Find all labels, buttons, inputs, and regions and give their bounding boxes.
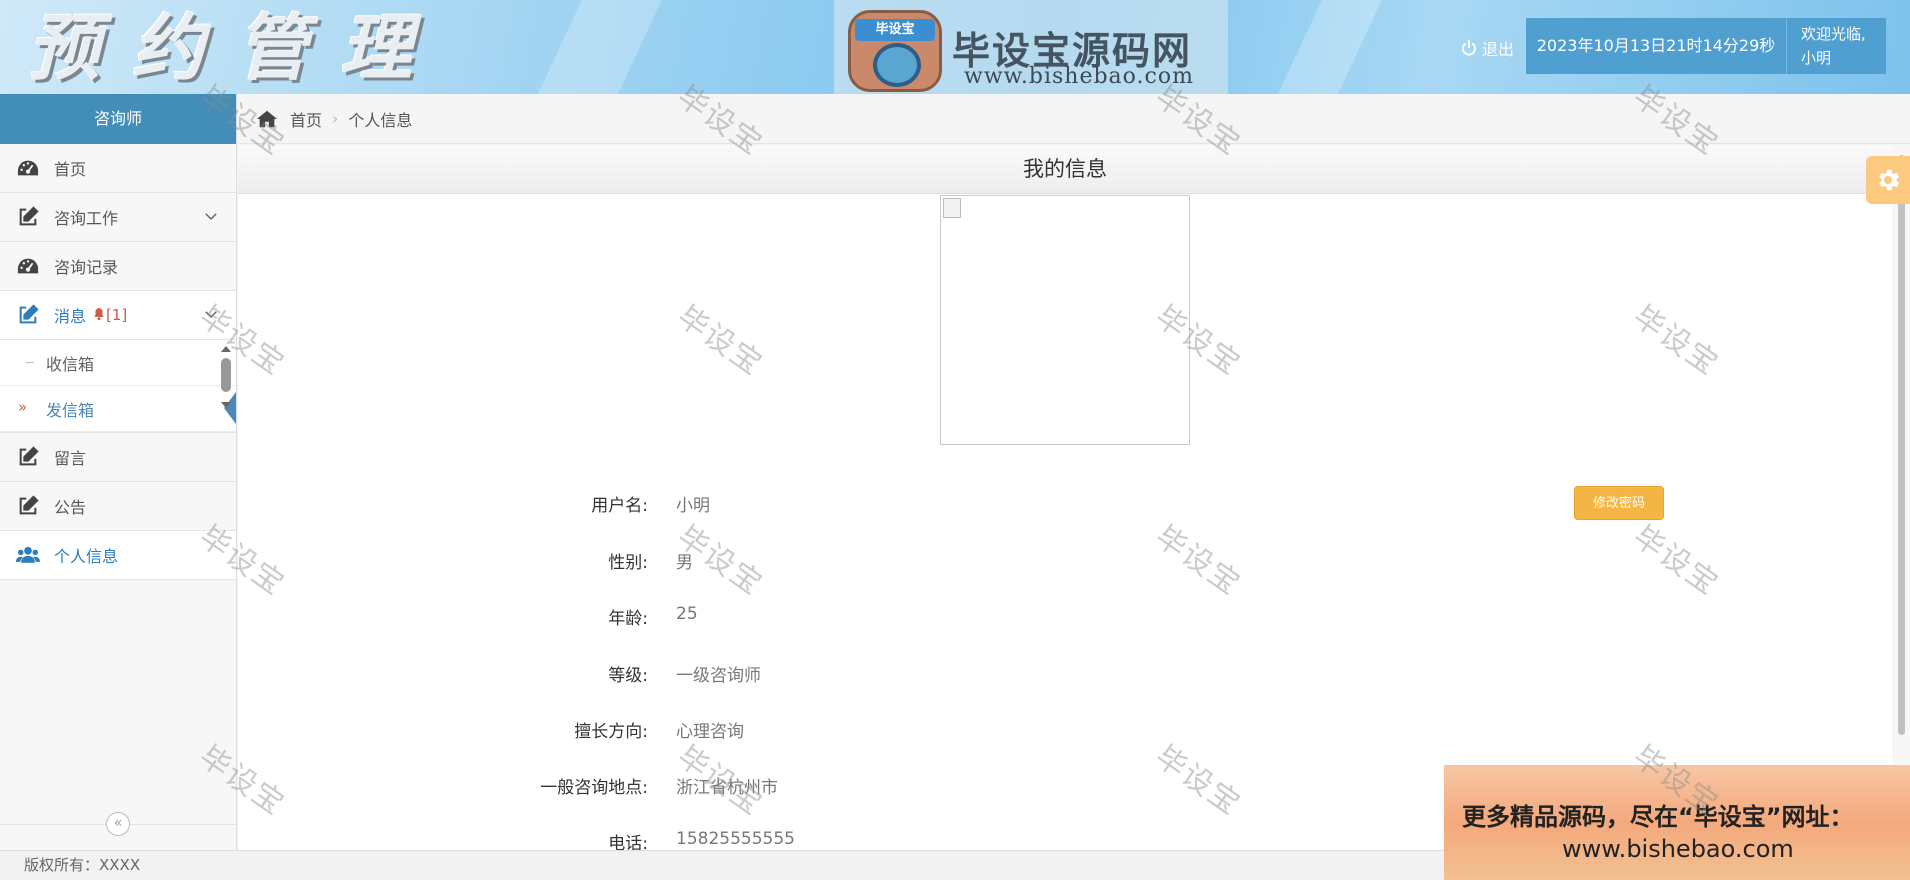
field-label: 性别: (608, 553, 648, 573)
logout-label: 退出 (1482, 40, 1515, 59)
field-value: 男 (676, 553, 693, 573)
promo-url: www.bishebao.com (1562, 835, 1794, 863)
header-decoration (1278, 0, 1382, 94)
username-text: 小明 (1801, 49, 1832, 67)
site-logo: 毕设宝 毕设宝源码网 www.bishebao.com (834, 0, 1228, 94)
sidebar-item-profile[interactable]: 个人信息 (0, 531, 236, 580)
edit-icon (16, 494, 40, 518)
edit-icon (16, 445, 40, 469)
scroll-thumb[interactable] (221, 358, 231, 392)
notification-badge: [1] (92, 306, 127, 324)
sidebar-item-inbox[interactable]: 收信箱 (0, 340, 236, 386)
logo-url: www.bishebao.com (964, 64, 1194, 89)
sidebar-item-label: 个人信息 (54, 547, 119, 566)
field-value: 一级咨询师 (676, 666, 761, 686)
chevron-down-icon (205, 213, 217, 221)
sidebar-item-label: 发信箱 (46, 400, 95, 420)
messages-submenu: 收信箱 » 发信箱 (0, 340, 236, 433)
info-row-gender: 性别: 男 (238, 548, 1238, 578)
sidebar-item-guestbook[interactable]: 留言 (0, 433, 236, 482)
sidebar-item-outbox[interactable]: » 发信箱 (0, 386, 236, 432)
sidebar-item-label: 收信箱 (46, 354, 95, 374)
field-value: 心理咨询 (676, 722, 744, 742)
breadcrumb-home[interactable]: 首页 (290, 107, 322, 131)
users-icon (16, 543, 40, 567)
home-icon (256, 110, 278, 127)
power-icon (1462, 39, 1476, 56)
dashboard-icon (16, 156, 40, 180)
breadcrumb: 首页 › 个人信息 (238, 94, 1910, 144)
sidebar-item-consult-records[interactable]: 咨询记录 (0, 242, 236, 291)
info-row-username: 用户名: 小明 (238, 491, 1238, 521)
breadcrumb-current: 个人信息 (348, 110, 413, 130)
edit-icon (16, 205, 40, 229)
double-chevron-right-icon: » (18, 398, 28, 416)
page-title: 我的信息 (238, 145, 1892, 194)
app-title: 预约管理 (28, 5, 445, 90)
scroll-up-icon[interactable] (221, 346, 231, 352)
sidebar-item-label: 公告 (54, 498, 87, 517)
field-label: 年龄: (608, 609, 648, 629)
scroll-down-icon[interactable] (221, 402, 231, 408)
field-label: 擅长方向: (574, 722, 648, 742)
edit-icon (16, 303, 40, 327)
main-content: 我的信息 用户名: 小明 性别: 男 年龄: 25 等级: 一级咨询师 擅长方向… (238, 145, 1892, 854)
welcome-text: 欢迎光临, (1801, 25, 1866, 43)
sidebar-item-label: 咨询记录 (54, 258, 119, 277)
info-row-location: 一般咨询地点: 浙江省杭州市 (238, 773, 1238, 803)
sidebar-item-announcements[interactable]: 公告 (0, 482, 236, 531)
chevron-down-icon (205, 311, 217, 319)
sidebar-item-messages[interactable]: 消息 [1] (0, 291, 236, 340)
change-password-button[interactable]: 修改密码 (1574, 486, 1664, 520)
broken-image-icon (943, 198, 961, 218)
logout-button[interactable]: 退出 (1460, 36, 1514, 60)
promo-banner[interactable]: 更多精品源码，尽在“毕设宝”网址： www.bishebao.com (1444, 765, 1910, 880)
gear-icon (1879, 169, 1900, 191)
promo-text: 更多精品源码，尽在“毕设宝”网址： (1462, 803, 1854, 831)
field-value: 15825555555 (676, 829, 795, 849)
sidebar-item-label: 首页 (54, 160, 87, 179)
field-value: 25 (676, 604, 698, 624)
logo-icon: 毕设宝 (848, 10, 942, 92)
scroll-thumb[interactable] (1898, 155, 1905, 735)
header-decoration (538, 0, 662, 94)
role-title: 咨询师 (0, 94, 236, 144)
logo-tag: 毕设宝 (855, 19, 935, 41)
double-chevron-left-icon: « (113, 815, 123, 831)
info-row-age: 年龄: 25 (238, 604, 1238, 634)
top-header: 预约管理 毕设宝 毕设宝源码网 www.bishebao.com 退出 2023… (0, 0, 1910, 94)
dashboard-icon (16, 254, 40, 278)
info-row-level: 等级: 一级咨询师 (238, 661, 1238, 691)
info-row-specialty: 擅长方向: 心理咨询 (238, 717, 1238, 747)
sidebar-item-label: 咨询工作 (54, 209, 119, 228)
submenu-scrollbar[interactable] (220, 346, 232, 422)
sidebar: 咨询师 首页 咨询工作 咨询记录 消息 [1] 收信箱 » 发信箱 留言 公告 … (0, 94, 237, 850)
sidebar-item-label: 留言 (54, 449, 87, 468)
page-scrollbar[interactable] (1892, 145, 1910, 850)
sidebar-item-consult-work[interactable]: 咨询工作 (0, 193, 236, 242)
current-datetime: 2023年10月13日21时14分29秒 (1526, 18, 1786, 74)
field-label: 一般咨询地点: (540, 778, 648, 798)
field-label: 用户名: (591, 496, 648, 516)
sidebar-item-label: 消息 (54, 307, 87, 326)
field-label: 等级: (608, 666, 648, 686)
avatar (940, 195, 1190, 445)
field-value: 浙江省杭州市 (676, 778, 778, 798)
message-count: [1] (106, 306, 128, 324)
field-value: 小明 (676, 496, 710, 516)
welcome-user[interactable]: 欢迎光临, 小明 (1786, 18, 1886, 74)
breadcrumb-separator: › (332, 109, 339, 128)
sidebar-item-home[interactable]: 首页 (0, 144, 236, 193)
settings-toggle[interactable] (1866, 156, 1910, 204)
bell-icon (94, 308, 104, 321)
sidebar-collapse-button[interactable]: « (106, 812, 130, 836)
